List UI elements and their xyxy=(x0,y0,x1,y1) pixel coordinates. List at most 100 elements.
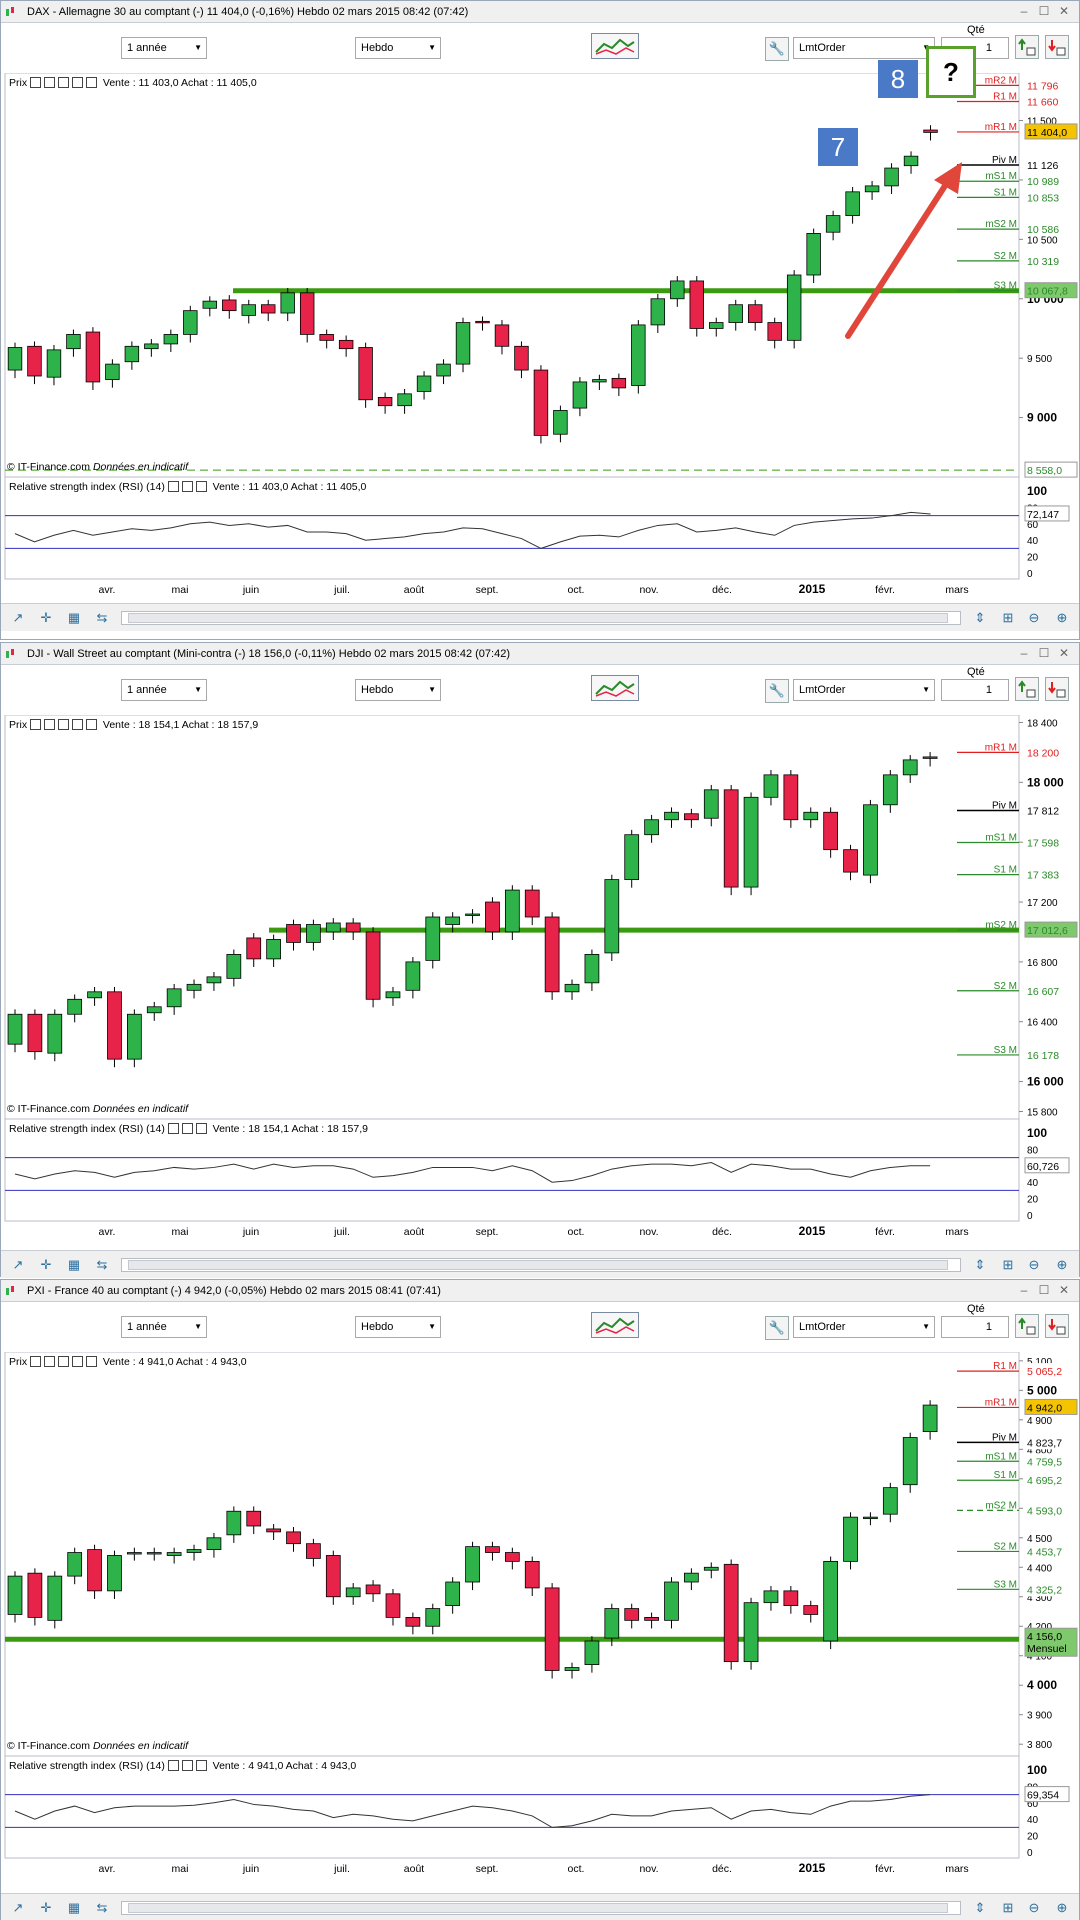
interval-select[interactable]: Hebdo ▼ xyxy=(355,679,441,701)
dashed-level-badge: 8 558,0 xyxy=(1024,461,1078,478)
candle xyxy=(325,1550,341,1605)
window-icon[interactable] xyxy=(44,719,55,730)
close-circle-icon[interactable] xyxy=(58,719,69,730)
crosshair-icon[interactable]: ✛ xyxy=(37,1899,55,1917)
window-icon[interactable] xyxy=(44,1356,55,1367)
order-type-select[interactable]: LmtOrder▼ xyxy=(793,1316,935,1338)
period-select[interactable]: 1 année ▼ xyxy=(121,37,207,59)
calculator-icon[interactable]: ▦ xyxy=(65,609,83,627)
maximize-icon[interactable]: ☐ xyxy=(1037,646,1051,660)
maximize-icon[interactable]: ☐ xyxy=(1037,4,1051,18)
pivot-value: 16 178 xyxy=(1027,1050,1059,1062)
interval-select[interactable]: Hebdo ▼ xyxy=(355,37,441,59)
compare-icon[interactable]: ⇆ xyxy=(93,1256,111,1274)
wrench-icon[interactable] xyxy=(30,719,41,730)
window-icon[interactable] xyxy=(181,1760,193,1771)
price-chart[interactable]: 18 40018 00017 60017 20016 80016 40016 0… xyxy=(1,715,1079,1248)
price-chart[interactable]: 5 1005 0004 9004 8004 7004 6004 5004 400… xyxy=(1,1352,1079,1891)
minimize-icon[interactable]: – xyxy=(1017,4,1031,18)
chart-type-button[interactable] xyxy=(591,675,639,701)
pivot-label: Piv M xyxy=(992,800,1017,811)
sell-order-button[interactable] xyxy=(1045,1314,1069,1338)
wrench-icon[interactable] xyxy=(30,77,41,88)
wrench-icon[interactable]: 🔧 xyxy=(765,679,789,703)
calculator-icon[interactable]: ▦ xyxy=(65,1899,83,1917)
candle xyxy=(743,1597,759,1670)
zoom-out-icon[interactable]: ⊖ xyxy=(1025,1256,1043,1274)
buy-order-button[interactable] xyxy=(1015,35,1039,59)
order-type-select[interactable]: LmtOrder▼ xyxy=(793,679,935,701)
chart-type-button[interactable] xyxy=(591,1312,639,1338)
horizontal-scrollbar[interactable] xyxy=(121,1901,961,1915)
cursor-icon[interactable]: ↗ xyxy=(9,1899,27,1917)
window-icon[interactable] xyxy=(181,481,193,492)
zoom-out-icon[interactable]: ⊖ xyxy=(1025,1899,1043,1917)
scrollbar-thumb[interactable] xyxy=(128,1260,948,1270)
minimize-icon[interactable]: – xyxy=(1017,646,1031,660)
zoom-in-icon[interactable]: ⊕ xyxy=(1053,1256,1071,1274)
refresh-icon[interactable] xyxy=(72,719,83,730)
title-bar[interactable]: DAX - Allemagne 30 au comptant (-) 11 40… xyxy=(1,1,1079,23)
chart-type-button[interactable] xyxy=(591,33,639,59)
fit-icon[interactable]: ⇕ xyxy=(971,609,989,627)
order-type-select[interactable]: LmtOrder▼ xyxy=(793,37,935,59)
zoom-area-icon[interactable]: ⊞ xyxy=(999,1256,1017,1274)
wrench-icon[interactable] xyxy=(167,1760,179,1771)
qty-input[interactable]: 1 xyxy=(941,1316,1009,1338)
title-bar[interactable]: DJI - Wall Street au comptant (Mini-cont… xyxy=(1,643,1079,665)
wrench-icon[interactable] xyxy=(167,481,179,492)
wrench-icon[interactable] xyxy=(30,1356,41,1367)
close-circle-icon[interactable] xyxy=(195,481,207,492)
wrench-icon[interactable]: 🔧 xyxy=(765,1316,789,1340)
qty-input[interactable]: 1 xyxy=(941,679,1009,701)
buy-order-button[interactable] xyxy=(1015,677,1039,701)
horizontal-scrollbar[interactable] xyxy=(121,1258,961,1272)
maximize-icon[interactable]: ☐ xyxy=(1037,1283,1051,1297)
price-chart[interactable]: 11 50011 00010 50010 0009 5009 000mR2 M1… xyxy=(1,73,1079,611)
compare-icon[interactable]: ⇆ xyxy=(93,609,111,627)
zoom-area-icon[interactable]: ⊞ xyxy=(999,609,1017,627)
zoom-out-icon[interactable]: ⊖ xyxy=(1025,609,1043,627)
wrench-icon[interactable] xyxy=(167,1123,179,1134)
scrollbar-thumb[interactable] xyxy=(128,1903,948,1913)
minimize-icon[interactable]: – xyxy=(1017,1283,1031,1297)
title-bar[interactable]: PXI - France 40 au comptant (-) 4 942,0 … xyxy=(1,1280,1079,1302)
zoom-in-icon[interactable]: ⊕ xyxy=(1053,1899,1071,1917)
add-icon[interactable] xyxy=(86,77,97,88)
close-icon[interactable]: ✕ xyxy=(1057,4,1071,18)
cursor-icon[interactable]: ↗ xyxy=(9,1256,27,1274)
close-circle-icon[interactable] xyxy=(58,1356,69,1367)
quote-text: Vente : 18 154,1 Achat : 18 157,9 xyxy=(209,1123,368,1135)
wrench-icon[interactable]: 🔧 xyxy=(765,37,789,61)
fit-icon[interactable]: ⇕ xyxy=(971,1899,989,1917)
close-icon[interactable]: ✕ xyxy=(1057,1283,1071,1297)
buy-order-button[interactable] xyxy=(1015,1314,1039,1338)
period-select[interactable]: 1 année ▼ xyxy=(121,1316,207,1338)
window-icon[interactable] xyxy=(44,77,55,88)
cursor-icon[interactable]: ↗ xyxy=(9,609,27,627)
window-icon[interactable] xyxy=(181,1123,193,1134)
period-select[interactable]: 1 année ▼ xyxy=(121,679,207,701)
interval-select[interactable]: Hebdo ▼ xyxy=(355,1316,441,1338)
fit-icon[interactable]: ⇕ xyxy=(971,1256,989,1274)
crosshair-icon[interactable]: ✛ xyxy=(37,1256,55,1274)
horizontal-scrollbar[interactable] xyxy=(121,611,961,625)
scrollbar-thumb[interactable] xyxy=(128,613,948,623)
close-circle-icon[interactable] xyxy=(58,77,69,88)
crosshair-icon[interactable]: ✛ xyxy=(37,609,55,627)
close-icon[interactable]: ✕ xyxy=(1057,646,1071,660)
add-icon[interactable] xyxy=(86,1356,97,1367)
refresh-icon[interactable] xyxy=(72,77,83,88)
copyright: © IT-Finance.com Données en indicatif xyxy=(7,1103,188,1115)
close-circle-icon[interactable] xyxy=(195,1760,207,1771)
quote-text: Vente : 18 154,1 Achat : 18 157,9 xyxy=(100,719,259,731)
sell-order-button[interactable] xyxy=(1045,35,1069,59)
close-circle-icon[interactable] xyxy=(195,1123,207,1134)
calculator-icon[interactable]: ▦ xyxy=(65,1256,83,1274)
refresh-icon[interactable] xyxy=(72,1356,83,1367)
add-icon[interactable] xyxy=(86,719,97,730)
zoom-area-icon[interactable]: ⊞ xyxy=(999,1899,1017,1917)
compare-icon[interactable]: ⇆ xyxy=(93,1899,111,1917)
zoom-in-icon[interactable]: ⊕ xyxy=(1053,609,1071,627)
sell-order-button[interactable] xyxy=(1045,677,1069,701)
